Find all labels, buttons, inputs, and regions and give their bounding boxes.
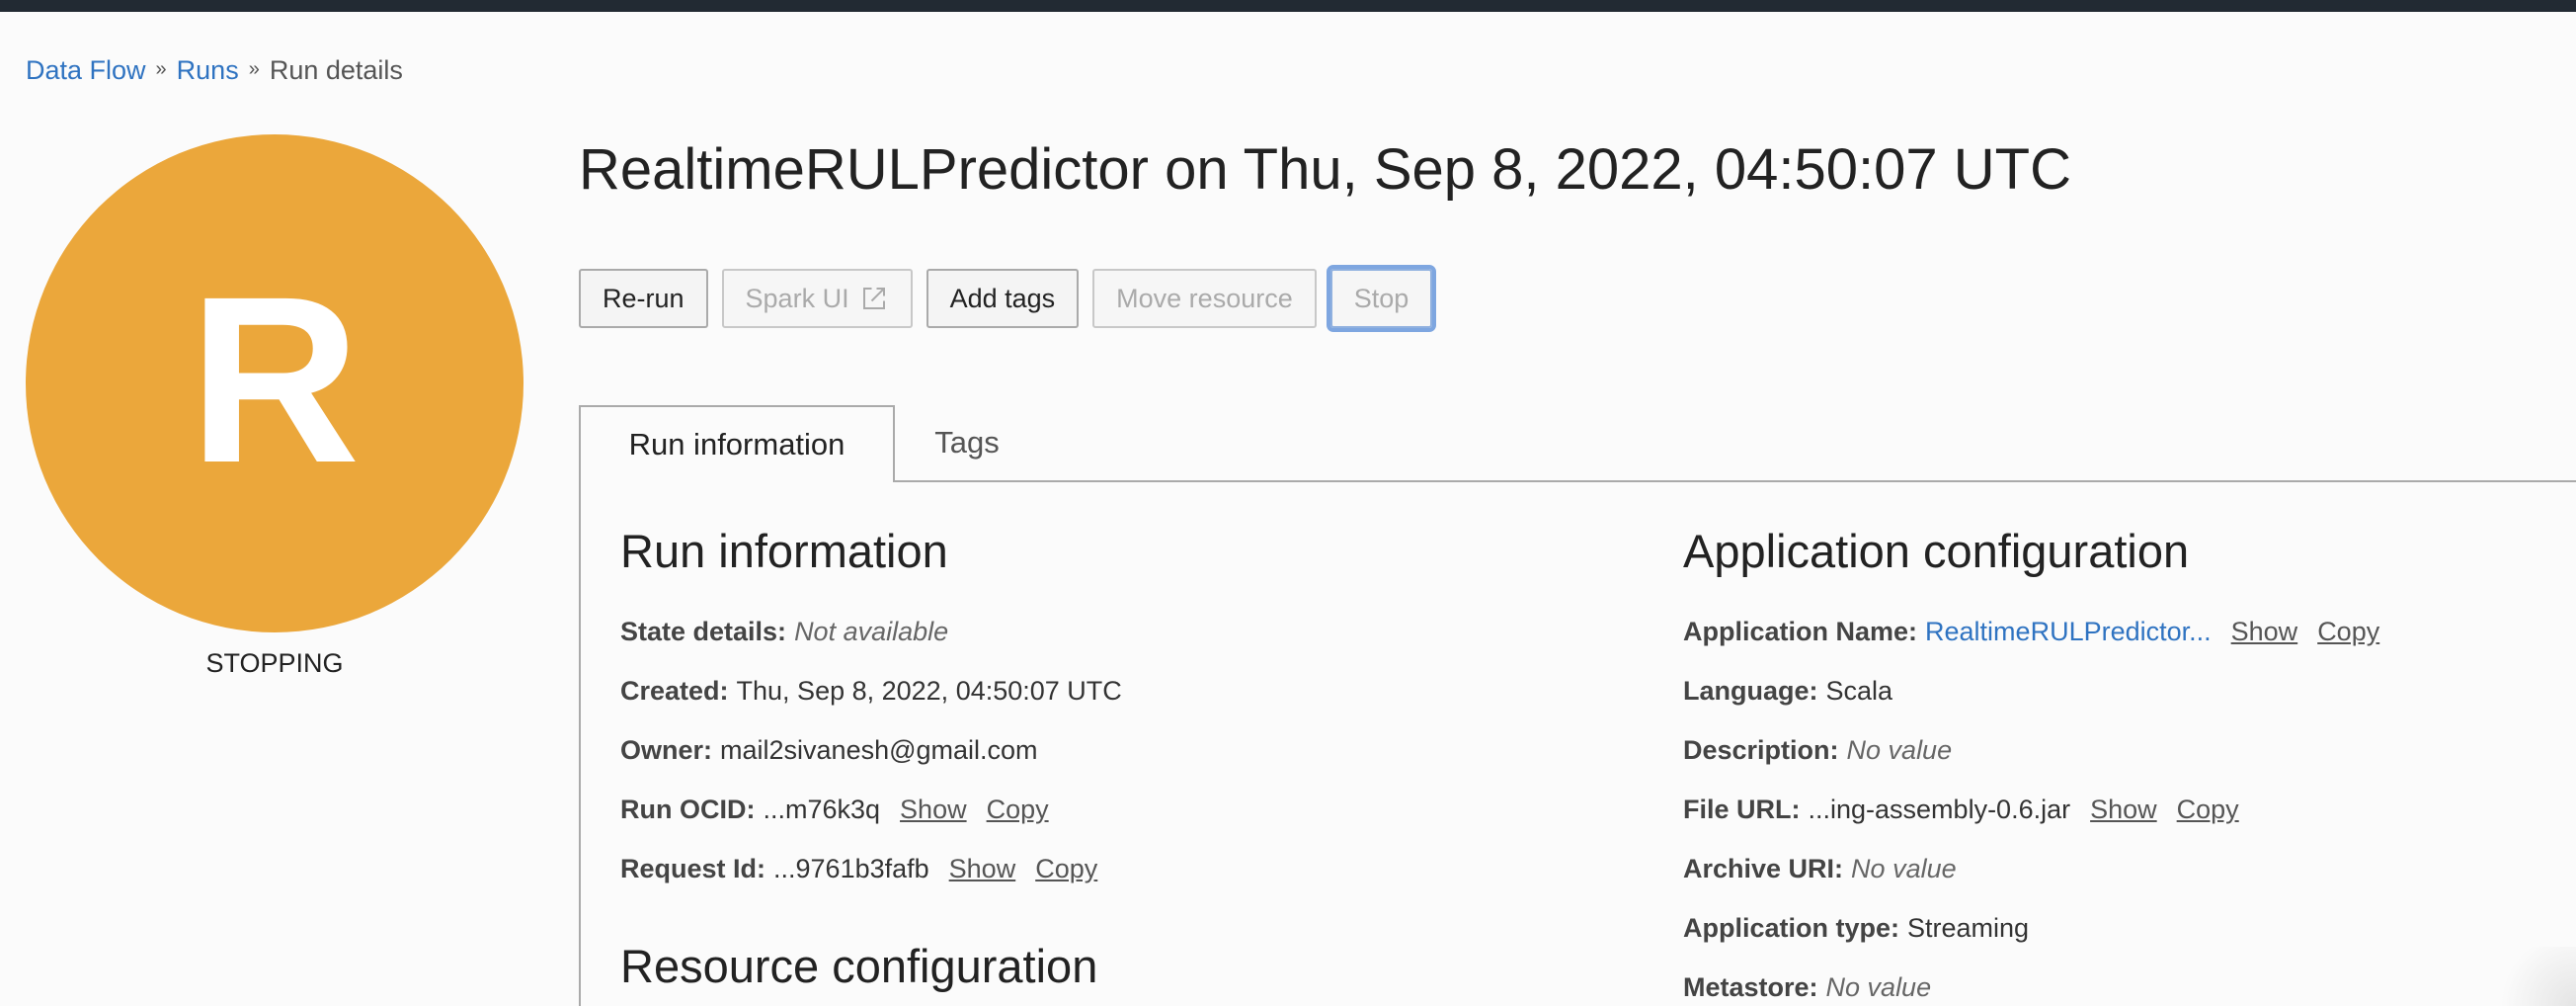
- field-label: Run OCID:: [620, 795, 756, 824]
- field-value: Scala: [1825, 676, 1893, 706]
- field-request-id: Request Id: ...9761b3fafb Show Copy: [620, 854, 1097, 884]
- add-tags-button-label: Add tags: [949, 283, 1056, 313]
- field-value: Not available: [794, 617, 949, 646]
- file-url-copy-link[interactable]: Copy: [2177, 795, 2239, 825]
- application-name-copy-link[interactable]: Copy: [2317, 617, 2379, 647]
- field-label: Metastore:: [1683, 972, 1818, 1002]
- rerun-button-label: Re-run: [603, 283, 684, 313]
- request-id-copy-link[interactable]: Copy: [1035, 854, 1097, 884]
- external-link-icon: [862, 288, 885, 309]
- move-resource-button-label: Move resource: [1116, 283, 1293, 313]
- field-label: State details:: [620, 617, 787, 646]
- field-value: Streaming: [1907, 913, 2030, 943]
- application-name-show-link[interactable]: Show: [2231, 617, 2298, 647]
- stop-button-label: Stop: [1353, 283, 1409, 313]
- field-value: No value: [1846, 735, 1953, 765]
- avatar-letter: R: [189, 247, 361, 512]
- field-label: Application Name:: [1683, 617, 1918, 646]
- field-owner: Owner: mail2sivanesh@gmail.com: [620, 735, 1038, 766]
- field-value: No value: [1825, 972, 1932, 1002]
- field-value: mail2sivanesh@gmail.com: [720, 735, 1038, 765]
- tab-active-cover: [581, 480, 893, 483]
- field-metastore: Metastore: No value: [1683, 972, 1931, 1003]
- field-label: Archive URI:: [1683, 854, 1844, 883]
- breadcrumb: Data Flow » Runs » Run details: [26, 55, 403, 86]
- run-ocid-copy-link[interactable]: Copy: [987, 795, 1049, 825]
- field-run-ocid: Run OCID: ...m76k3q Show Copy: [620, 795, 1049, 825]
- action-toolbar: Re-run Spark UI Add tags Move resource S…: [579, 265, 1446, 332]
- field-value: No value: [1851, 854, 1957, 883]
- field-label: Application type:: [1683, 913, 1900, 943]
- field-label: File URL:: [1683, 795, 1801, 824]
- field-value: ...9761b3fafb: [773, 854, 929, 883]
- field-label: Created:: [620, 676, 729, 706]
- field-label: Request Id:: [620, 854, 766, 883]
- run-ocid-show-link[interactable]: Show: [900, 795, 967, 825]
- breadcrumb-runs[interactable]: Runs: [177, 55, 239, 86]
- field-language: Language: Scala: [1683, 676, 1892, 707]
- breadcrumb-data-flow[interactable]: Data Flow: [26, 55, 146, 86]
- tab-tags[interactable]: Tags: [895, 405, 1039, 480]
- field-file-url: File URL: ...ing-assembly-0.6.jar Show C…: [1683, 795, 2239, 825]
- run-information-heading: Run information: [620, 525, 948, 577]
- field-label: Owner:: [620, 735, 713, 765]
- field-created: Created: Thu, Sep 8, 2022, 04:50:07 UTC: [620, 676, 1122, 707]
- field-label: Description:: [1683, 735, 1839, 765]
- application-configuration-heading: Application configuration: [1683, 525, 2190, 577]
- page-title: RealtimeRULPredictor on Thu, Sep 8, 2022…: [579, 137, 2071, 202]
- file-url-show-link[interactable]: Show: [2090, 795, 2157, 825]
- field-value: ...m76k3q: [763, 795, 881, 824]
- run-avatar: R: [26, 134, 523, 632]
- rerun-button[interactable]: Re-run: [579, 269, 708, 328]
- field-description: Description: No value: [1683, 735, 1952, 766]
- field-archive-uri: Archive URI: No value: [1683, 854, 1957, 884]
- spark-ui-button-label: Spark UI: [745, 283, 849, 313]
- field-label: Language:: [1683, 676, 1818, 706]
- field-application-name: Application Name: RealtimeRULPredictor..…: [1683, 617, 2379, 647]
- resource-configuration-heading: Resource configuration: [620, 940, 1098, 992]
- field-application-type: Application type: Streaming: [1683, 913, 2029, 944]
- tab-run-information[interactable]: Run information: [579, 405, 895, 482]
- field-state-details: State details: Not available: [620, 617, 948, 647]
- add-tags-button[interactable]: Add tags: [926, 269, 1080, 328]
- application-name-link[interactable]: RealtimeRULPredictor...: [1925, 617, 2212, 647]
- top-bar: [0, 0, 2576, 12]
- stop-button[interactable]: Stop: [1326, 265, 1437, 332]
- breadcrumb-separator: »: [248, 58, 260, 80]
- breadcrumb-separator: »: [155, 58, 167, 80]
- run-state-label: STOPPING: [205, 648, 344, 678]
- spark-ui-button[interactable]: Spark UI: [721, 269, 913, 328]
- request-id-show-link[interactable]: Show: [949, 854, 1016, 884]
- panel-left-border: [579, 480, 581, 1006]
- field-value: Thu, Sep 8, 2022, 04:50:07 UTC: [736, 676, 1122, 706]
- field-value: ...ing-assembly-0.6.jar: [1808, 795, 2071, 824]
- corner-shadow: [2487, 947, 2576, 1006]
- breadcrumb-current: Run details: [269, 55, 403, 85]
- move-resource-button[interactable]: Move resource: [1092, 269, 1317, 328]
